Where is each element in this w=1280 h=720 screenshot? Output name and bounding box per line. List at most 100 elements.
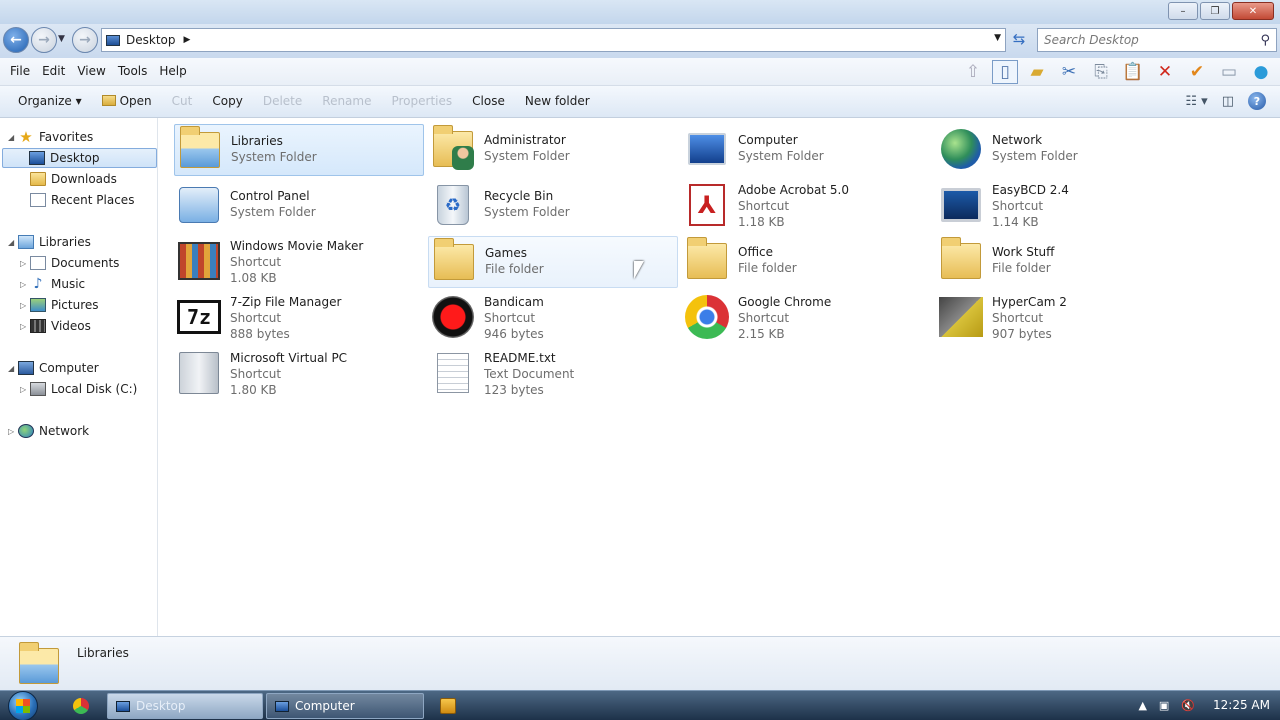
globe-icon[interactable]: ● — [1248, 60, 1274, 84]
clock[interactable]: 12:25 AM — [1213, 698, 1270, 712]
open-button[interactable]: Open — [92, 94, 162, 108]
chrome-taskbar-icon[interactable] — [73, 698, 89, 714]
properties-icon[interactable]: ▭ — [1216, 60, 1242, 84]
up-button[interactable]: → — [72, 27, 98, 53]
volume-muted-icon[interactable]: 🔇 — [1181, 699, 1195, 712]
nav-desktop[interactable]: Desktop — [2, 148, 157, 168]
item-bandicam[interactable]: Bandicam Shortcut 946 bytes — [428, 292, 678, 352]
menu-file[interactable]: File — [4, 64, 36, 78]
up-folder-icon[interactable]: ⇧ — [960, 60, 986, 84]
close-button[interactable]: ✕ — [1232, 2, 1274, 20]
collapse-arrow-icon[interactable]: ◢ — [8, 133, 18, 142]
nav-pictures[interactable]: ▷ Pictures — [20, 295, 99, 315]
forward-button[interactable]: → — [31, 27, 57, 53]
network-tray-icon[interactable]: ▣ — [1159, 699, 1169, 712]
recent-pages-dropdown[interactable]: ▼ — [58, 34, 65, 44]
item-control-panel[interactable]: Control Panel System Folder — [174, 180, 424, 232]
item-type: Shortcut — [230, 311, 282, 325]
delete-icon[interactable]: ✕ — [1152, 60, 1178, 84]
item-type: Shortcut — [738, 311, 790, 325]
item-adobe-acrobat[interactable]: ⅄ Adobe Acrobat 5.0 Shortcut 1.18 KB — [682, 180, 932, 240]
start-button[interactable] — [8, 691, 38, 720]
expand-arrow-icon[interactable]: ▷ — [20, 322, 30, 331]
back-button[interactable]: ← — [3, 27, 29, 53]
nav-network[interactable]: ▷ Network — [8, 421, 89, 441]
refresh-button[interactable]: ⇆ — [1008, 30, 1030, 50]
nav-downloads[interactable]: Downloads — [30, 169, 117, 189]
address-dropdown-icon[interactable]: ▼ — [994, 33, 1001, 43]
menu-view[interactable]: View — [71, 64, 111, 78]
command-bar: Organize ▾ Open Cut Copy Delete Rename P… — [0, 86, 1280, 118]
cut-button[interactable]: Cut — [162, 94, 203, 108]
expand-arrow-icon[interactable]: ▷ — [20, 301, 30, 310]
nav-music-label: Music — [51, 277, 86, 291]
nav-recent-places[interactable]: Recent Places — [30, 190, 134, 210]
taskbar-item-computer[interactable]: Computer — [266, 693, 424, 719]
item-network[interactable]: Network System Folder — [936, 124, 1186, 176]
menu-tools[interactable]: Tools — [112, 64, 154, 78]
expand-arrow-icon[interactable]: ▷ — [8, 427, 18, 436]
folders-pane-icon[interactable]: ▯ — [992, 60, 1018, 84]
item-name: Office — [738, 245, 774, 259]
seven-zip-icon: 7z — [174, 292, 224, 342]
copy-icon[interactable]: ⎘ — [1088, 60, 1114, 84]
minimize-button[interactable]: – — [1168, 2, 1198, 20]
show-hidden-icons-icon[interactable]: ▲ — [1138, 699, 1146, 712]
nav-computer[interactable]: ◢ Computer — [8, 358, 99, 378]
easybcd-icon — [936, 180, 986, 230]
properties-button[interactable]: Properties — [381, 94, 462, 108]
folder-options-icon[interactable]: ▰ — [1024, 60, 1050, 84]
new-folder-button[interactable]: New folder — [515, 94, 600, 108]
item-recycle-bin[interactable]: ♻ Recycle Bin System Folder — [428, 180, 678, 232]
copy-button[interactable]: Copy — [202, 94, 252, 108]
item-google-chrome[interactable]: Google Chrome Shortcut 2.15 KB — [682, 292, 932, 352]
breadcrumb-arrow-icon[interactable]: ▶ — [184, 35, 191, 45]
folder-icon — [30, 172, 46, 186]
item-readme[interactable]: README.txt Text Document 123 bytes — [428, 348, 678, 408]
cut-icon[interactable]: ✂ — [1056, 60, 1082, 84]
collapse-arrow-icon[interactable]: ◢ — [8, 238, 18, 247]
address-location[interactable]: Desktop — [126, 33, 176, 47]
maximize-button[interactable]: ❐ — [1200, 2, 1230, 20]
delete-button[interactable]: Delete — [253, 94, 312, 108]
item-work-stuff[interactable]: Work Stuff File folder — [936, 236, 1186, 288]
item-easybcd[interactable]: EasyBCD 2.4 Shortcut 1.14 KB — [936, 180, 1186, 240]
item-computer[interactable]: Computer System Folder — [682, 124, 932, 176]
taskbar-item-desktop[interactable]: Desktop — [107, 693, 263, 719]
help-icon[interactable]: ? — [1248, 92, 1266, 110]
nav-local-disk[interactable]: ▷ Local Disk (C:) — [20, 379, 137, 399]
item-name: Administrator — [484, 133, 566, 147]
address-bar[interactable]: Desktop ▶ ▼ — [101, 28, 1006, 52]
item-libraries[interactable]: Libraries System Folder — [174, 124, 424, 176]
item-size: 1.14 KB — [992, 215, 1039, 229]
expand-arrow-icon[interactable]: ▷ — [20, 280, 30, 289]
rename-button[interactable]: Rename — [312, 94, 381, 108]
nav-favorites[interactable]: ◢ ★ Favorites — [8, 127, 93, 147]
nav-libraries[interactable]: ◢ Libraries — [8, 232, 91, 252]
nav-music[interactable]: ▷ ♪ Music — [20, 274, 85, 294]
nav-videos[interactable]: ▷ Videos — [20, 316, 91, 336]
item-virtual-pc[interactable]: Microsoft Virtual PC Shortcut 1.80 KB — [174, 348, 424, 408]
paste-icon[interactable]: 📋 — [1120, 60, 1146, 84]
expand-arrow-icon[interactable]: ▷ — [20, 385, 30, 394]
close-command-button[interactable]: Close — [462, 94, 515, 108]
expand-arrow-icon[interactable]: ▷ — [20, 259, 30, 268]
item-windows-movie-maker[interactable]: Windows Movie Maker Shortcut 1.08 KB — [174, 236, 424, 296]
undo-check-icon[interactable]: ✔ — [1184, 60, 1210, 84]
recycle-bin-icon: ♻ — [428, 180, 478, 230]
preview-pane-icon[interactable]: ◫ — [1222, 94, 1234, 109]
item-7zip[interactable]: 7z 7-Zip File Manager Shortcut 888 bytes — [174, 292, 424, 352]
view-options-icon[interactable]: ☷ ▾ — [1185, 94, 1207, 109]
item-office[interactable]: Office File folder — [682, 236, 932, 288]
menu-edit[interactable]: Edit — [36, 64, 71, 78]
movie-maker-icon — [174, 236, 224, 286]
nav-documents[interactable]: ▷ Documents — [20, 253, 119, 273]
media-player-taskbar-icon[interactable] — [440, 698, 456, 714]
item-hypercam[interactable]: HyperCam 2 Shortcut 907 bytes — [936, 292, 1186, 352]
organize-button[interactable]: Organize ▾ — [8, 94, 92, 108]
search-icon[interactable]: ⚲ — [1260, 33, 1270, 48]
menu-help[interactable]: Help — [153, 64, 192, 78]
collapse-arrow-icon[interactable]: ◢ — [8, 364, 18, 373]
item-administrator[interactable]: Administrator System Folder — [428, 124, 678, 176]
search-input[interactable]: Search Desktop ⚲ — [1037, 28, 1277, 52]
